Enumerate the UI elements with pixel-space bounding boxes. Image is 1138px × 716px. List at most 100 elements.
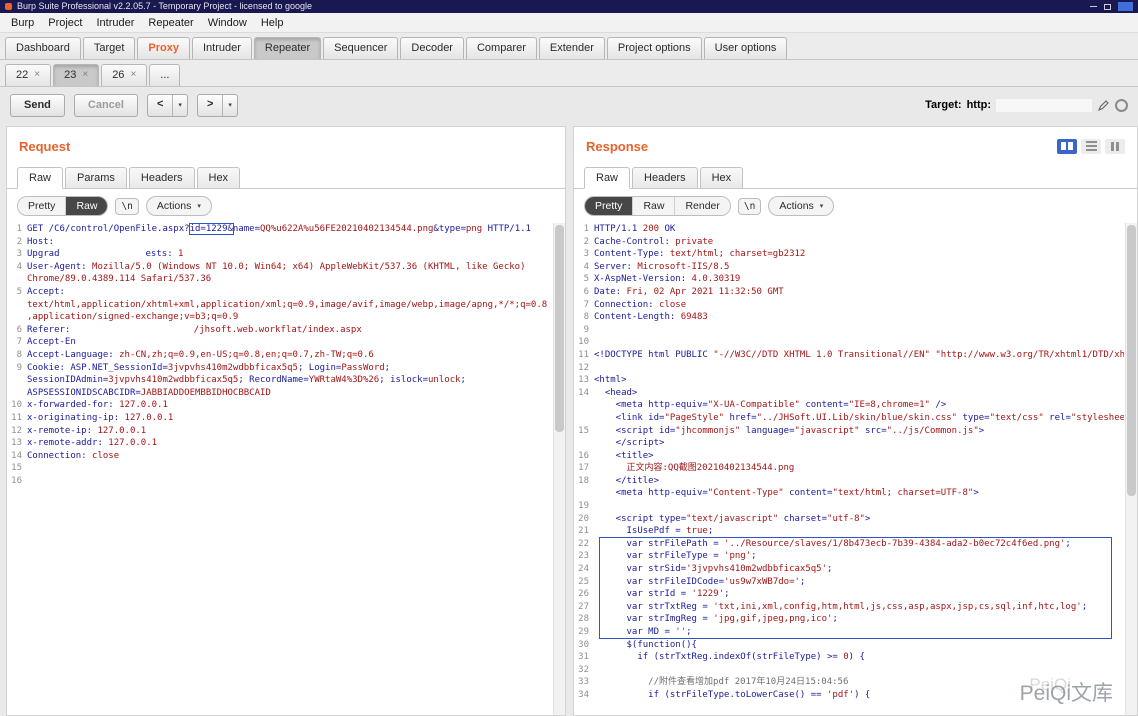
menu-project[interactable]: Project: [41, 15, 89, 31]
repeater-tab-26[interactable]: 26×: [101, 64, 147, 86]
maximize-button[interactable]: [1104, 4, 1111, 10]
tab-user-options[interactable]: User options: [704, 37, 788, 59]
response-show-newlines-button[interactable]: \n: [738, 198, 761, 215]
code-line: 5X-AspNet-Version: 4.0.30319: [576, 273, 1124, 286]
repeater-tab-22[interactable]: 22×: [5, 64, 51, 86]
repeater-tab-label: ...: [160, 69, 169, 81]
send-button[interactable]: Send: [10, 94, 65, 117]
minimize-button[interactable]: [1090, 6, 1097, 7]
tab-sequencer[interactable]: Sequencer: [323, 37, 398, 59]
tab-comparer[interactable]: Comparer: [466, 37, 537, 59]
close-tab-icon[interactable]: ×: [130, 70, 136, 80]
menu-help[interactable]: Help: [254, 15, 291, 31]
line-number: 14: [576, 387, 594, 400]
code-line: 29 var MD = '';: [576, 626, 1124, 639]
code-line: 3Upgradests: 1: [9, 248, 552, 261]
request-scrollbar[interactable]: [553, 223, 565, 715]
target-value: http:: [967, 99, 991, 111]
chevron-down-icon: ▾: [820, 202, 824, 210]
code-line: 1HTTP/1.1 200 OK: [576, 223, 1124, 236]
response-panel: Response RawHeadersHex PrettyRawRender\n…: [573, 126, 1138, 716]
burp-suite-window: Burp Suite Professional v2.2.05.7 - Temp…: [0, 0, 1138, 716]
line-number: 18: [576, 475, 594, 488]
request-view-raw[interactable]: Raw: [65, 197, 107, 215]
request-tab-headers[interactable]: Headers: [129, 167, 195, 188]
line-number: 27: [576, 601, 594, 614]
chevron-down-icon: ▾: [173, 95, 187, 116]
close-tab-icon[interactable]: ×: [34, 70, 40, 80]
scrollbar-thumb[interactable]: [1127, 225, 1136, 496]
code-line: 2Host:: [9, 236, 552, 249]
tab-extender[interactable]: Extender: [539, 37, 605, 59]
tab-proxy[interactable]: Proxy: [137, 37, 190, 59]
request-tab-raw[interactable]: Raw: [17, 167, 63, 189]
repeater-tab-23[interactable]: 23×: [53, 64, 99, 86]
code-line: 8Content-Length: 69483: [576, 311, 1124, 324]
menu-bar: BurpProjectIntruderRepeaterWindowHelp: [0, 13, 1138, 33]
code-line: 7Accept-En: [9, 336, 552, 349]
menu-burp[interactable]: Burp: [4, 15, 41, 31]
response-actions-label: Actions: [779, 200, 813, 212]
response-view-render[interactable]: Render: [674, 197, 729, 215]
line-number: 2: [9, 236, 27, 249]
line-number: 11: [576, 349, 594, 362]
line-number: 1: [576, 223, 594, 236]
request-editor[interactable]: 1GET /C6/control/OpenFile.aspx?id=1229&n…: [9, 223, 552, 715]
close-button[interactable]: [1118, 2, 1133, 11]
request-format-toggle: PrettyRaw: [17, 196, 108, 216]
tab-intruder[interactable]: Intruder: [192, 37, 252, 59]
line-number: 29: [576, 626, 594, 639]
close-tab-icon[interactable]: ×: [82, 70, 88, 80]
response-scrollbar[interactable]: [1125, 223, 1137, 715]
response-tab-headers[interactable]: Headers: [632, 167, 698, 188]
tab-repeater[interactable]: Repeater: [254, 37, 321, 59]
response-actions-button[interactable]: Actions ▾: [768, 196, 834, 216]
line-number: 14: [9, 450, 27, 463]
code-line: 14Connection: close: [9, 450, 552, 463]
menu-window[interactable]: Window: [201, 15, 254, 31]
edit-target-icon[interactable]: [1097, 99, 1110, 112]
line-number: 4: [9, 261, 27, 274]
response-view-raw[interactable]: Raw: [632, 197, 674, 215]
line-number: 13: [9, 437, 27, 450]
tab-dashboard[interactable]: Dashboard: [5, 37, 81, 59]
code-line: 3Content-Type: text/html; charset=gb2312: [576, 248, 1124, 261]
line-number: 16: [576, 450, 594, 463]
next-request-button[interactable]: > ▾: [197, 94, 238, 117]
response-tab-raw[interactable]: Raw: [584, 167, 630, 189]
request-view-pretty[interactable]: Pretty: [18, 197, 65, 215]
code-line: </script>: [576, 437, 1124, 450]
prev-request-button[interactable]: < ▾: [147, 94, 188, 117]
split-view-icon[interactable]: [1057, 139, 1077, 154]
tab-target[interactable]: Target: [83, 37, 136, 59]
highlighted-param: id=1229&: [190, 224, 233, 234]
response-editor[interactable]: 1HTTP/1.1 200 OK2Cache-Control: private3…: [576, 223, 1124, 715]
line-number: 9: [576, 324, 594, 337]
response-format-toggle: PrettyRawRender: [584, 196, 731, 216]
tab-decoder[interactable]: Decoder: [400, 37, 464, 59]
response-view-pretty[interactable]: Pretty: [585, 197, 632, 215]
vertical-layout-icon[interactable]: [1105, 139, 1125, 154]
request-tab-hex[interactable]: Hex: [197, 167, 241, 188]
scrollbar-thumb[interactable]: [555, 225, 564, 432]
repeater-tab-more[interactable]: ...: [149, 64, 180, 86]
code-line: 15 <script id="jhcommonjs" language="jav…: [576, 425, 1124, 438]
menu-intruder[interactable]: Intruder: [90, 15, 142, 31]
code-line: 13<html>: [576, 374, 1124, 387]
horizontal-layout-icon[interactable]: [1081, 139, 1101, 154]
target-info-icon[interactable]: [1115, 99, 1128, 112]
line-number: 7: [576, 299, 594, 312]
response-tab-hex[interactable]: Hex: [700, 167, 744, 188]
request-show-newlines-button[interactable]: \n: [115, 198, 138, 215]
line-number: 10: [9, 399, 27, 412]
watermark: PeiQi文库: [1020, 677, 1113, 707]
request-tab-params[interactable]: Params: [65, 167, 127, 188]
prev-request-label: <: [148, 95, 172, 116]
menu-repeater[interactable]: Repeater: [141, 15, 200, 31]
request-actions-button[interactable]: Actions▾: [146, 196, 212, 216]
code-line: 2Cache-Control: private: [576, 236, 1124, 249]
line-number: 5: [576, 273, 594, 286]
cancel-button[interactable]: Cancel: [74, 94, 138, 117]
tab-project-options[interactable]: Project options: [607, 37, 702, 59]
window-controls: [1090, 2, 1133, 11]
